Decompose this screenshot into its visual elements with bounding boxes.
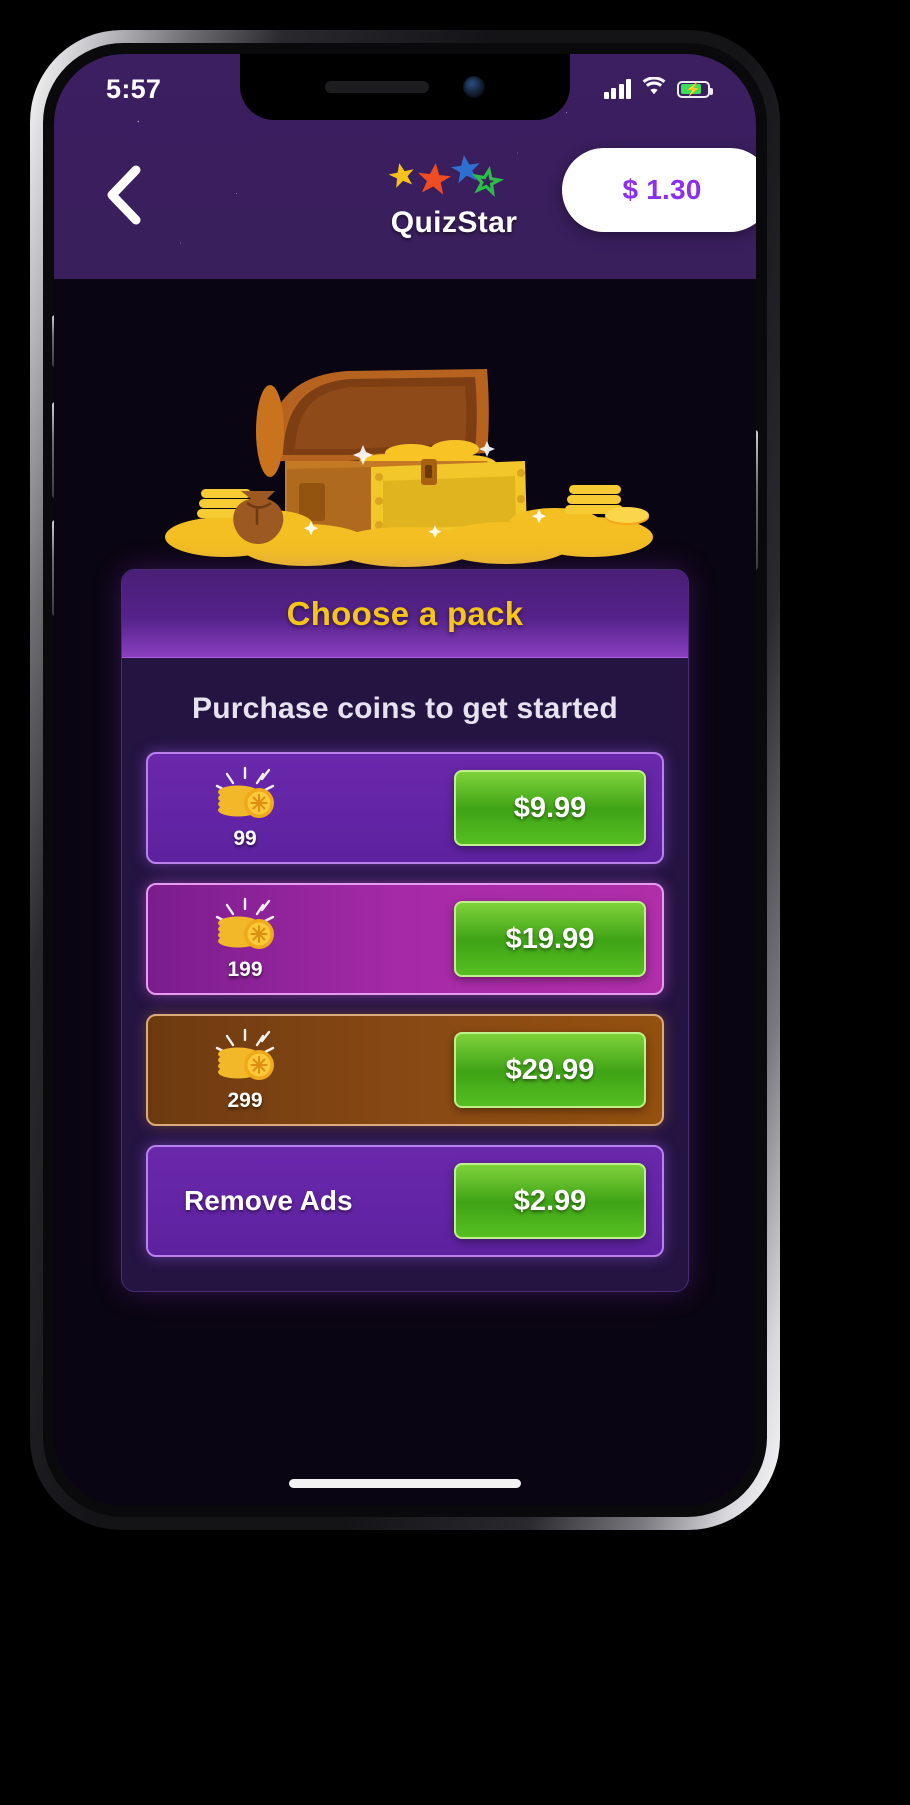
phone-bezel: 5:57 ⚡ QuizStar $ 1.30 Choose a pack Pur… <box>43 43 767 1517</box>
price-label: $29.99 <box>505 1053 595 1086</box>
battery-charging-icon: ⚡ <box>677 80 713 98</box>
balance-button[interactable]: $ 1.30 <box>562 148 756 232</box>
wifi-icon <box>642 76 666 101</box>
panel-header: Choose a pack <box>122 570 688 658</box>
price-label: $2.99 <box>513 1184 587 1217</box>
stars-logo-icon <box>388 155 505 198</box>
pack-row[interactable]: 199 $19.99 <box>146 883 664 995</box>
app-body: Choose a pack Purchase coins to get star… <box>54 279 756 1506</box>
coin-stack-icon <box>215 766 275 818</box>
buy-button[interactable]: $29.99 <box>454 1032 646 1108</box>
phone-screen: 5:57 ⚡ QuizStar $ 1.30 Choose a pack Pur… <box>54 54 756 1506</box>
panel-title: Choose a pack <box>286 594 524 632</box>
cellular-signal-icon <box>603 79 631 99</box>
coin-stack-icon <box>215 897 275 949</box>
notch <box>240 54 570 120</box>
remove-ads-label: Remove Ads <box>184 1185 353 1216</box>
header-nav-row: QuizStar $ 1.30 <box>54 120 756 270</box>
status-icons: ⚡ <box>603 76 713 101</box>
panel-subtitle: Purchase coins to get started <box>192 692 618 725</box>
price-label: $9.99 <box>513 791 587 824</box>
chevron-left-icon <box>107 165 141 225</box>
front-camera-icon <box>463 76 485 98</box>
buy-button[interactable]: $19.99 <box>454 901 646 977</box>
buy-button[interactable]: $2.99 <box>454 1163 646 1239</box>
pack-row[interactable]: 99 $9.99 <box>146 752 664 864</box>
pack-panel: Choose a pack Purchase coins to get star… <box>121 569 689 1292</box>
pack-row-remove-ads[interactable]: Remove Ads $2.99 <box>146 1145 664 1257</box>
coin-count: 99 <box>233 826 257 850</box>
buy-button[interactable]: $9.99 <box>454 770 646 846</box>
price-label: $19.99 <box>505 922 595 955</box>
home-indicator[interactable] <box>289 1479 521 1488</box>
coin-count: 199 <box>227 957 263 981</box>
pack-row[interactable]: 299 $29.99 <box>146 1014 664 1126</box>
pack-list: 99 $9.99 199 $19.99 299 $29.99 Remove Ad… <box>122 752 688 1291</box>
treasure-chest-icon <box>165 369 653 567</box>
treasure-hero <box>54 279 756 579</box>
coin-cell: 99 <box>170 766 320 851</box>
coin-count: 299 <box>227 1088 263 1112</box>
balance-amount: $ 1.30 <box>622 174 702 205</box>
coin-cell: 199 <box>170 897 320 982</box>
phone-frame: 5:57 ⚡ QuizStar $ 1.30 Choose a pack Pur… <box>30 30 780 1530</box>
coin-cell: 299 <box>170 1028 320 1113</box>
coin-stack-icon <box>215 1028 275 1080</box>
status-time: 5:57 <box>106 73 162 104</box>
brand-name: QuizStar <box>390 206 518 239</box>
speaker-grille-icon <box>325 81 429 93</box>
